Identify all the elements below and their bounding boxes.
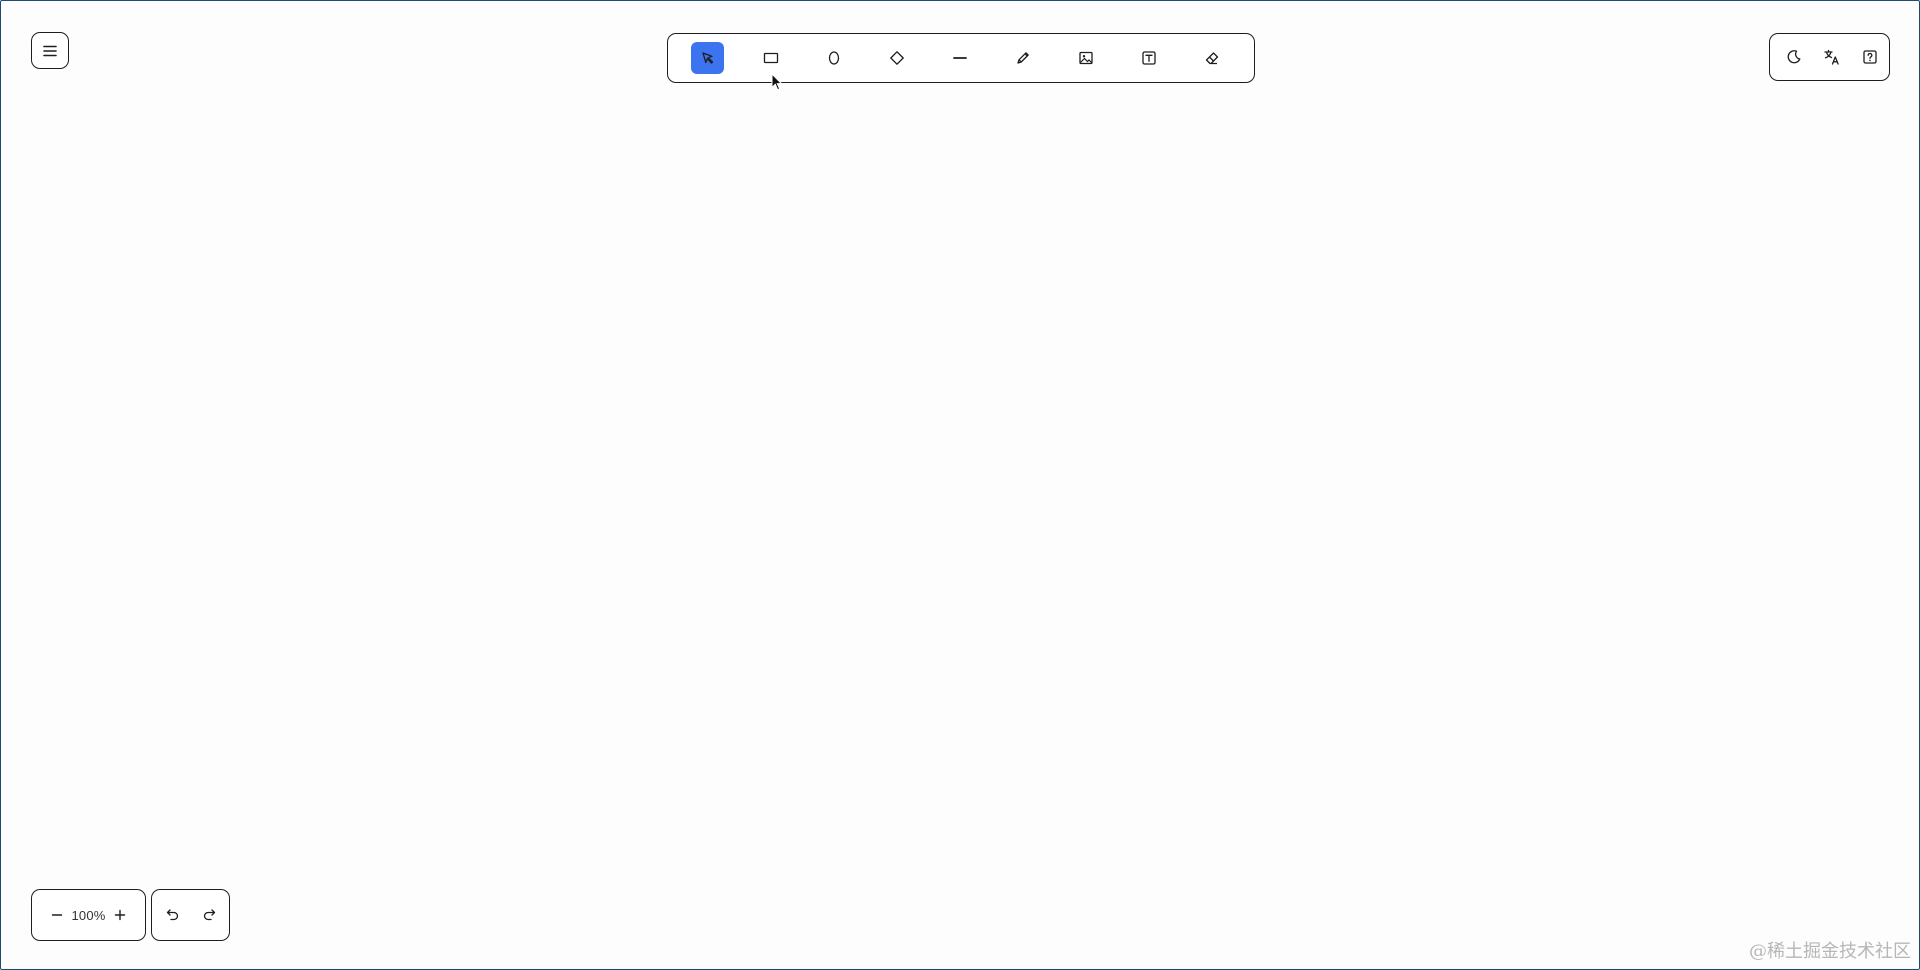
- redo-button[interactable]: [195, 900, 223, 930]
- redo-icon: [203, 909, 215, 921]
- pointer-arrow-icon: [701, 52, 713, 64]
- moon-icon: [1787, 50, 1801, 64]
- undo-icon: [166, 909, 178, 921]
- pencil-icon: [1016, 52, 1029, 64]
- plus-icon: [114, 909, 126, 921]
- help-icon: [1863, 50, 1877, 64]
- watermark: @稀土掘金技术社区: [1749, 941, 1911, 962]
- tool-image[interactable]: [1069, 42, 1102, 74]
- zoom-controls: 100%: [31, 889, 146, 941]
- minus-icon: [51, 914, 63, 916]
- mouse-cursor-icon: [771, 73, 783, 91]
- tool-ellipse[interactable]: [817, 42, 850, 74]
- rectangle-icon: [763, 52, 778, 64]
- tool-pencil[interactable]: [1006, 42, 1039, 74]
- text-box-icon: [1141, 51, 1156, 65]
- menu-button[interactable]: [31, 32, 69, 69]
- tool-text[interactable]: [1132, 42, 1165, 74]
- hamburger-menu-icon: [43, 45, 57, 56]
- eraser-icon: [1205, 52, 1218, 65]
- language-button[interactable]: [1818, 42, 1846, 72]
- tool-eraser[interactable]: [1195, 42, 1228, 74]
- zoom-out-button[interactable]: [44, 900, 70, 930]
- undo-button[interactable]: [159, 900, 187, 930]
- diamond-icon: [889, 51, 904, 65]
- zoom-in-button[interactable]: [107, 900, 133, 930]
- main-toolbar: [667, 33, 1255, 83]
- ellipse-icon: [828, 51, 839, 65]
- history-controls: [151, 889, 230, 941]
- canvas[interactable]: 100% @稀土掘金技术社区: [0, 0, 1920, 970]
- image-icon: [1078, 51, 1093, 65]
- translate-icon: [1824, 49, 1839, 65]
- tool-select[interactable]: [691, 42, 724, 74]
- theme-toggle-button[interactable]: [1780, 42, 1808, 72]
- zoom-level[interactable]: 100%: [71, 908, 105, 923]
- line-icon: [952, 57, 967, 59]
- tool-line[interactable]: [943, 42, 976, 74]
- tool-rectangle[interactable]: [754, 42, 787, 74]
- settings-panel: [1769, 33, 1890, 81]
- help-button[interactable]: [1856, 42, 1884, 72]
- tool-diamond[interactable]: [880, 42, 913, 74]
